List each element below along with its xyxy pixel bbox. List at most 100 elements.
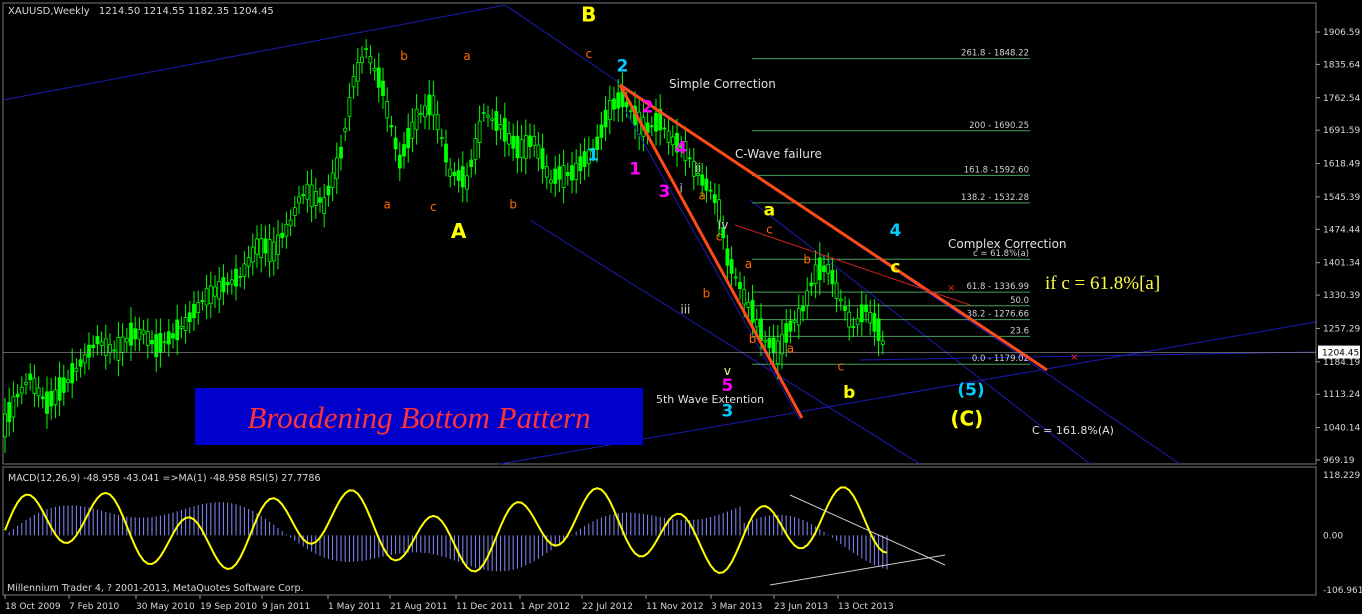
time-tick-label: 23 Jun 2013 [774, 602, 828, 612]
candle-body [66, 379, 70, 383]
wave-label: a [384, 198, 391, 212]
candle-body [872, 313, 877, 332]
candle-body [540, 148, 545, 169]
time-tick-label: 21 Aug 2011 [390, 602, 448, 612]
candle-body [759, 318, 763, 341]
candle-body [74, 367, 79, 372]
candle-body [431, 95, 436, 116]
candle-body [809, 282, 814, 287]
candle-body [87, 344, 91, 358]
candle-body [733, 276, 738, 279]
candle-body [263, 238, 268, 254]
ohlc-values: 1214.50 1214.55 1182.35 1204.45 [99, 6, 274, 17]
fib-label: 23.6 [1010, 326, 1029, 336]
candle-body [435, 114, 440, 131]
candle-body [805, 290, 810, 306]
candle-body [532, 136, 537, 146]
candle-body [124, 337, 129, 343]
time-tick-label: 11 Dec 2011 [456, 602, 514, 612]
footer-copyright: Millennium Trader 4, ? 2001-2013, MetaQu… [7, 583, 304, 594]
candle-body [32, 377, 37, 394]
wave-label: a [787, 341, 794, 355]
candle-body [826, 263, 831, 274]
candle-body [523, 135, 528, 159]
candle-body [103, 338, 108, 356]
candle-body [498, 124, 503, 130]
candle-body [322, 197, 327, 214]
candle-body [654, 112, 658, 132]
annotation-c-wave-failure: C-Wave failure [735, 147, 822, 161]
candle-body [771, 337, 776, 354]
candle-body [780, 334, 784, 355]
price-tick-label: 969.19 [1323, 456, 1355, 466]
candle-body [57, 377, 62, 401]
candle-body [141, 329, 146, 335]
candle-body [376, 67, 381, 88]
candle-body [687, 157, 692, 160]
candle-body [330, 172, 335, 188]
price-tick-label: 1618.49 [1323, 160, 1360, 170]
candle-body [670, 136, 675, 146]
candle-body [662, 127, 667, 130]
candle-body [49, 391, 54, 407]
wave-label: b [803, 252, 811, 266]
time-tick-label: 19 Sep 2010 [200, 602, 257, 612]
price-tick-label: 1762.54 [1323, 94, 1360, 104]
candle-body [360, 56, 364, 64]
candle-body [507, 133, 511, 145]
wave-label: 2 [642, 98, 654, 118]
candle-body [334, 157, 339, 180]
candle-body [502, 118, 507, 142]
wave-label: c [837, 360, 844, 374]
price-tick-label: 1474.44 [1323, 225, 1360, 235]
candle-body [229, 279, 234, 285]
candle-body [473, 138, 478, 160]
wave-label: A [451, 219, 467, 243]
candle-body [108, 344, 112, 353]
candle-body [402, 144, 406, 157]
price-tick-label: 1401.34 [1323, 259, 1360, 269]
candle-body [763, 339, 768, 343]
time-tick-label: 3 Mar 2013 [711, 602, 762, 612]
candle-body [754, 319, 759, 328]
candle-body [565, 171, 570, 176]
candle-body [876, 318, 881, 341]
candle-body [553, 168, 558, 184]
candle-body [607, 100, 612, 120]
candle-body [208, 285, 213, 304]
candle-body [133, 328, 138, 340]
candle-body [578, 156, 583, 172]
candle-body [145, 331, 150, 346]
price-tick-label: 1691.59 [1323, 126, 1360, 136]
pattern-title: Broadening Bottom Pattern [247, 400, 590, 435]
candle-body [519, 139, 524, 159]
candle-body [486, 114, 490, 118]
candle-body [603, 109, 608, 128]
candle-body [271, 241, 276, 262]
candle-body [838, 298, 843, 302]
candle-body [599, 124, 604, 138]
candle-body [234, 268, 238, 287]
candle-body [284, 223, 289, 237]
candle-body [301, 194, 306, 197]
wave-label: ii [695, 161, 702, 175]
fib-label: 61.8 - 1336.99 [966, 282, 1029, 292]
annotation-c-161: C = 161.8%(A) [1032, 424, 1114, 437]
price-tick-label: 1330.39 [1323, 291, 1360, 301]
candle-body [397, 154, 402, 169]
candle-body [830, 270, 835, 285]
x-marker: × [947, 283, 955, 294]
wave-label: iii [680, 303, 690, 317]
candle-body [843, 306, 847, 311]
time-tick-label: 11 Nov 2012 [646, 602, 704, 612]
candle-body [612, 98, 616, 110]
wave-label: c [585, 47, 592, 61]
candle-body [439, 137, 444, 140]
annotation-if-c: if c = 61.8%[a] [1045, 273, 1160, 294]
candle-body [490, 118, 495, 121]
candle-body [305, 183, 310, 200]
candle-body [712, 194, 717, 203]
candle-body [855, 318, 860, 326]
candle-body [414, 108, 419, 130]
candle-body [557, 166, 562, 180]
